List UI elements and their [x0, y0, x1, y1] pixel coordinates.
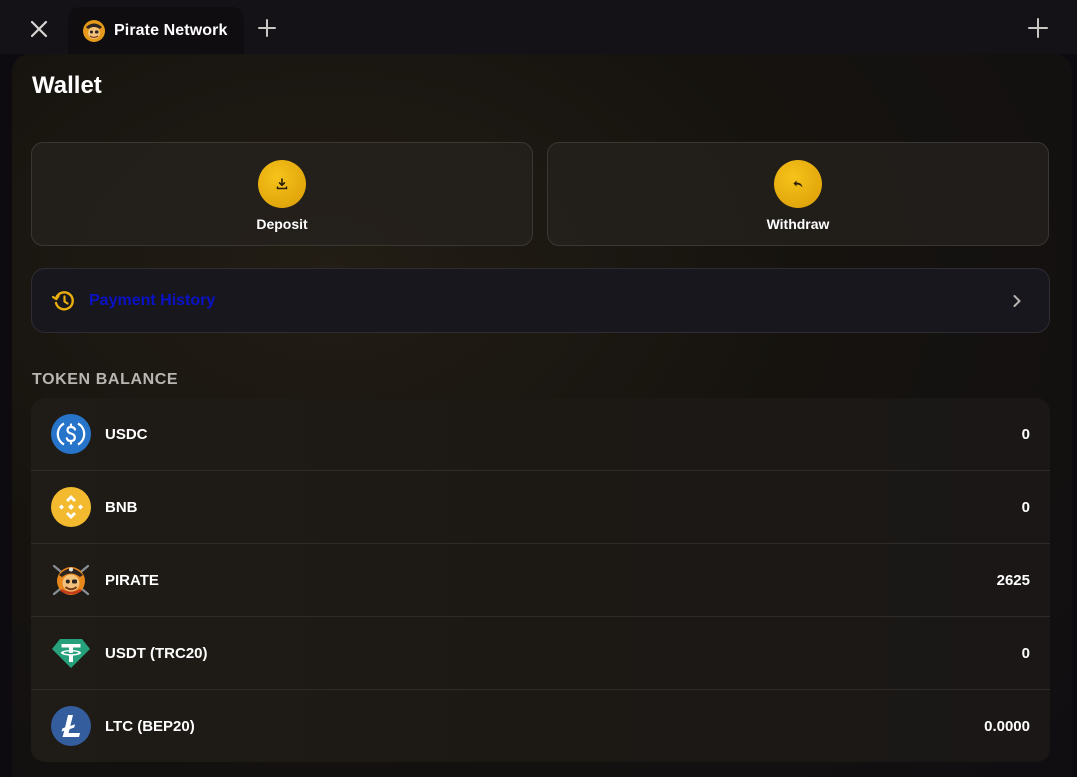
tab-pirate-network[interactable]: Pirate Network — [68, 7, 244, 54]
expand-icon — [1028, 18, 1048, 38]
title-bar: Pirate Network — [0, 0, 1077, 54]
plus-icon — [258, 19, 276, 37]
token-name: LTC (BEP20) — [105, 718, 195, 735]
token-value: 2625 — [996, 572, 1030, 589]
withdraw-label: Withdraw — [766, 216, 830, 232]
usdt-icon — [52, 639, 90, 668]
token-name: USDT (TRC20) — [105, 645, 208, 662]
tab-title: Pirate Network — [114, 21, 228, 39]
close-icon — [30, 20, 48, 38]
token-name: USDC — [105, 426, 148, 443]
pirate-logo-icon — [83, 19, 105, 42]
download-icon — [276, 178, 288, 190]
reply-icon — [793, 180, 803, 188]
token-value: 0 — [1021, 645, 1030, 662]
token-row-usdt[interactable]: USDT (TRC20) 0 — [31, 617, 1050, 690]
token-name: BNB — [105, 499, 138, 516]
token-row-pirate[interactable]: PIRATE 2625 — [31, 544, 1050, 617]
token-balance-list: USDC 0 BNB 0 PIRATE 2625 USDT (TRC20) 0 … — [31, 398, 1050, 762]
withdraw-button[interactable]: Withdraw — [547, 142, 1049, 246]
page-title: Wallet — [32, 72, 102, 99]
deposit-icon-circle — [258, 160, 306, 208]
ltc-icon — [51, 706, 91, 746]
chevron-right-icon — [1013, 295, 1021, 307]
history-icon — [52, 291, 74, 311]
token-value: 0 — [1021, 426, 1030, 443]
token-name: PIRATE — [105, 572, 159, 589]
token-row-usdc[interactable]: USDC 0 — [31, 398, 1050, 471]
token-balance-heading: TOKEN BALANCE — [32, 371, 179, 388]
deposit-button[interactable]: Deposit — [31, 142, 533, 246]
usdc-icon — [51, 414, 91, 454]
bnb-icon — [51, 487, 91, 527]
pirate-icon — [52, 564, 90, 596]
deposit-label: Deposit — [256, 216, 308, 232]
close-button[interactable] — [26, 16, 52, 42]
token-value: 0.0000 — [984, 718, 1030, 735]
expand-button[interactable] — [1026, 16, 1050, 40]
withdraw-icon-circle — [774, 160, 822, 208]
payment-history-label: Payment History — [89, 292, 216, 309]
token-row-bnb[interactable]: BNB 0 — [31, 471, 1050, 544]
new-tab-button[interactable] — [256, 16, 278, 40]
token-row-ltc[interactable]: LTC (BEP20) 0.0000 — [31, 690, 1050, 762]
token-value: 0 — [1021, 499, 1030, 516]
payment-history-row[interactable]: Payment History — [31, 268, 1050, 333]
